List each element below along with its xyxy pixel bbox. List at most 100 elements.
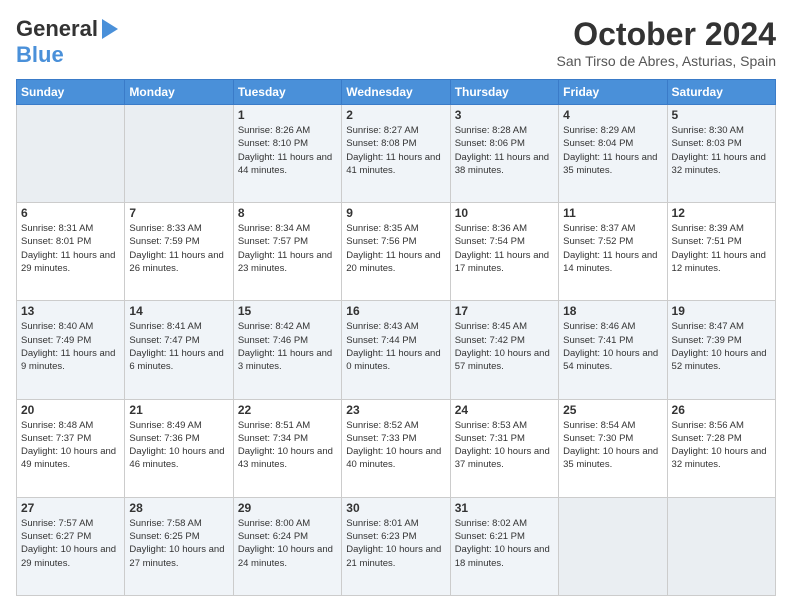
day-detail: Sunrise: 8:40 AMSunset: 7:49 PMDaylight:… — [21, 320, 120, 373]
day-number: 12 — [672, 206, 771, 220]
day-detail: Sunrise: 8:30 AMSunset: 8:03 PMDaylight:… — [672, 124, 771, 177]
table-row: 13 Sunrise: 8:40 AMSunset: 7:49 PMDayligh… — [17, 301, 125, 399]
month-title: October 2024 — [557, 16, 776, 53]
day-number: 11 — [563, 206, 662, 220]
day-number: 8 — [238, 206, 337, 220]
day-number: 16 — [346, 304, 445, 318]
day-number: 5 — [672, 108, 771, 122]
day-number: 2 — [346, 108, 445, 122]
logo-general: General — [16, 16, 98, 42]
day-detail: Sunrise: 8:39 AMSunset: 7:51 PMDaylight:… — [672, 222, 771, 275]
day-number: 19 — [672, 304, 771, 318]
day-detail: Sunrise: 8:49 AMSunset: 7:36 PMDaylight:… — [129, 419, 228, 472]
day-number: 1 — [238, 108, 337, 122]
day-detail: Sunrise: 8:43 AMSunset: 7:44 PMDaylight:… — [346, 320, 445, 373]
day-detail: Sunrise: 8:42 AMSunset: 7:46 PMDaylight:… — [238, 320, 337, 373]
table-row: 24 Sunrise: 8:53 AMSunset: 7:31 PMDayligh… — [450, 399, 558, 497]
day-number: 14 — [129, 304, 228, 318]
table-row: 14 Sunrise: 8:41 AMSunset: 7:47 PMDayligh… — [125, 301, 233, 399]
day-detail: Sunrise: 8:33 AMSunset: 7:59 PMDaylight:… — [129, 222, 228, 275]
day-detail: Sunrise: 8:31 AMSunset: 8:01 PMDaylight:… — [21, 222, 120, 275]
day-number: 10 — [455, 206, 554, 220]
col-sunday: Sunday — [17, 80, 125, 105]
day-detail: Sunrise: 8:26 AMSunset: 8:10 PMDaylight:… — [238, 124, 337, 177]
table-row — [667, 497, 775, 595]
day-number: 3 — [455, 108, 554, 122]
header: General Blue October 2024 San Tirso de A… — [16, 16, 776, 69]
table-row: 3Sunrise: 8:28 AMSunset: 8:06 PMDaylight… — [450, 105, 558, 203]
day-detail: Sunrise: 8:01 AMSunset: 6:23 PMDaylight:… — [346, 517, 445, 570]
day-number: 6 — [21, 206, 120, 220]
day-detail: Sunrise: 8:52 AMSunset: 7:33 PMDaylight:… — [346, 419, 445, 472]
day-detail: Sunrise: 8:56 AMSunset: 7:28 PMDaylight:… — [672, 419, 771, 472]
page: General Blue October 2024 San Tirso de A… — [0, 0, 792, 612]
day-detail: Sunrise: 8:46 AMSunset: 7:41 PMDaylight:… — [563, 320, 662, 373]
table-row: 26 Sunrise: 8:56 AMSunset: 7:28 PMDayligh… — [667, 399, 775, 497]
table-row: 10 Sunrise: 8:36 AMSunset: 7:54 PMDayligh… — [450, 203, 558, 301]
calendar-table: Sunday Monday Tuesday Wednesday Thursday… — [16, 79, 776, 596]
day-number: 21 — [129, 403, 228, 417]
logo-icon — [102, 19, 118, 39]
table-row: 5 Sunrise: 8:30 AMSunset: 8:03 PMDaylight… — [667, 105, 775, 203]
day-number: 15 — [238, 304, 337, 318]
day-detail: Sunrise: 7:58 AMSunset: 6:25 PMDaylight:… — [129, 517, 228, 570]
day-number: 20 — [21, 403, 120, 417]
col-saturday: Saturday — [667, 80, 775, 105]
table-row: 2 Sunrise: 8:27 AMSunset: 8:08 PMDaylight… — [342, 105, 450, 203]
day-detail: Sunrise: 8:51 AMSunset: 7:34 PMDaylight:… — [238, 419, 337, 472]
day-number: 17 — [455, 304, 554, 318]
col-thursday: Thursday — [450, 80, 558, 105]
table-row: 29 Sunrise: 8:00 AMSunset: 6:24 PMDayligh… — [233, 497, 341, 595]
day-number: 27 — [21, 501, 120, 515]
day-number: 31 — [455, 501, 554, 515]
day-number: 24 — [455, 403, 554, 417]
day-detail: Sunrise: 8:35 AMSunset: 7:56 PMDaylight:… — [346, 222, 445, 275]
table-row: 25 Sunrise: 8:54 AMSunset: 7:30 PMDayligh… — [559, 399, 667, 497]
day-detail: Sunrise: 8:27 AMSunset: 8:08 PMDaylight:… — [346, 124, 445, 177]
day-number: 13 — [21, 304, 120, 318]
table-row: 30 Sunrise: 8:01 AMSunset: 6:23 PMDayligh… — [342, 497, 450, 595]
table-row: 23 Sunrise: 8:52 AMSunset: 7:33 PMDayligh… — [342, 399, 450, 497]
table-row: 31 Sunrise: 8:02 AMSunset: 6:21 PMDayligh… — [450, 497, 558, 595]
col-tuesday: Tuesday — [233, 80, 341, 105]
day-detail: Sunrise: 8:53 AMSunset: 7:31 PMDaylight:… — [455, 419, 554, 472]
day-number: 30 — [346, 501, 445, 515]
day-detail: Sunrise: 8:00 AMSunset: 6:24 PMDaylight:… — [238, 517, 337, 570]
table-row — [559, 497, 667, 595]
table-row: 20 Sunrise: 8:48 AMSunset: 7:37 PMDayligh… — [17, 399, 125, 497]
table-row — [125, 105, 233, 203]
day-detail: Sunrise: 8:48 AMSunset: 7:37 PMDaylight:… — [21, 419, 120, 472]
table-row — [17, 105, 125, 203]
logo: General Blue — [16, 16, 118, 68]
table-row: 22Sunrise: 8:51 AMSunset: 7:34 PMDayligh… — [233, 399, 341, 497]
calendar-week-row: 13 Sunrise: 8:40 AMSunset: 7:49 PMDayligh… — [17, 301, 776, 399]
table-row: 8 Sunrise: 8:34 AMSunset: 7:57 PMDaylight… — [233, 203, 341, 301]
table-row: 6 Sunrise: 8:31 AMSunset: 8:01 PMDaylight… — [17, 203, 125, 301]
table-row: 18Sunrise: 8:46 AMSunset: 7:41 PMDayligh… — [559, 301, 667, 399]
day-number: 23 — [346, 403, 445, 417]
table-row: 17 Sunrise: 8:45 AMSunset: 7:42 PMDayligh… — [450, 301, 558, 399]
table-row: 15 Sunrise: 8:42 AMSunset: 7:46 PMDayligh… — [233, 301, 341, 399]
day-number: 26 — [672, 403, 771, 417]
day-detail: Sunrise: 8:41 AMSunset: 7:47 PMDaylight:… — [129, 320, 228, 373]
table-row: 28Sunrise: 7:58 AMSunset: 6:25 PMDayligh… — [125, 497, 233, 595]
day-number: 25 — [563, 403, 662, 417]
table-row: 19Sunrise: 8:47 AMSunset: 7:39 PMDayligh… — [667, 301, 775, 399]
table-row: 7 Sunrise: 8:33 AMSunset: 7:59 PMDaylight… — [125, 203, 233, 301]
day-number: 29 — [238, 501, 337, 515]
day-detail: Sunrise: 8:36 AMSunset: 7:54 PMDaylight:… — [455, 222, 554, 275]
table-row: 16 Sunrise: 8:43 AMSunset: 7:44 PMDayligh… — [342, 301, 450, 399]
table-row: 27Sunrise: 7:57 AMSunset: 6:27 PMDayligh… — [17, 497, 125, 595]
logo-blue: Blue — [16, 42, 64, 67]
day-detail: Sunrise: 8:02 AMSunset: 6:21 PMDaylight:… — [455, 517, 554, 570]
location-subtitle: San Tirso de Abres, Asturias, Spain — [557, 53, 776, 69]
table-row: 1 Sunrise: 8:26 AMSunset: 8:10 PMDaylight… — [233, 105, 341, 203]
table-row: 11Sunrise: 8:37 AMSunset: 7:52 PMDayligh… — [559, 203, 667, 301]
calendar-week-row: 20 Sunrise: 8:48 AMSunset: 7:37 PMDayligh… — [17, 399, 776, 497]
day-number: 7 — [129, 206, 228, 220]
col-monday: Monday — [125, 80, 233, 105]
table-row: 21 Sunrise: 8:49 AMSunset: 7:36 PMDayligh… — [125, 399, 233, 497]
day-detail: Sunrise: 8:54 AMSunset: 7:30 PMDaylight:… — [563, 419, 662, 472]
day-detail: Sunrise: 8:34 AMSunset: 7:57 PMDaylight:… — [238, 222, 337, 275]
day-detail: Sunrise: 8:45 AMSunset: 7:42 PMDaylight:… — [455, 320, 554, 373]
